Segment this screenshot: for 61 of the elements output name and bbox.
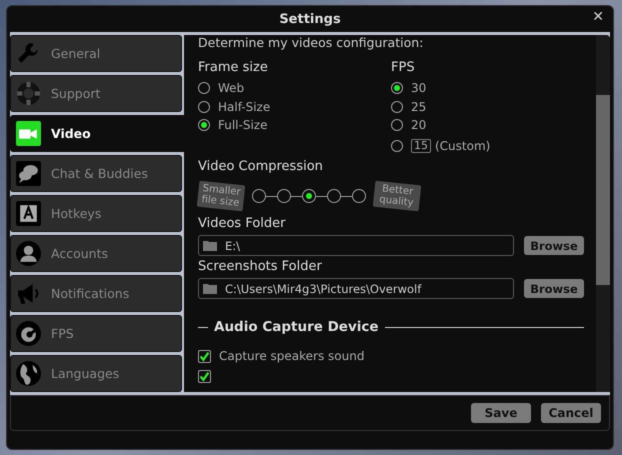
sidebar-item[interactable]: Chat & Buddies — [10, 155, 182, 192]
slider-step[interactable] — [352, 189, 366, 203]
sign-label: Smaller file size — [196, 180, 246, 212]
folder-icon — [203, 240, 217, 251]
option-label: Half-Size — [218, 100, 270, 114]
browse-button[interactable]: Browse — [524, 236, 584, 255]
video-camera-icon — [16, 121, 41, 146]
option-label: Web — [218, 81, 244, 96]
sign-label: Better quality — [372, 180, 422, 212]
lifebuoy-icon — [16, 81, 41, 106]
folder-path-field[interactable]: E:\ — [198, 235, 514, 256]
sidebar-item[interactable]: General — [10, 35, 182, 72]
radio-button[interactable] — [391, 119, 403, 132]
sidebar-item[interactable]: Video — [10, 115, 186, 152]
slider-step[interactable] — [302, 189, 316, 203]
radio-button[interactable] — [391, 140, 403, 152]
radio-button[interactable] — [198, 82, 210, 94]
option-label: 30 — [411, 81, 426, 96]
user-icon — [16, 241, 41, 266]
group-heading: FPS — [391, 60, 416, 75]
folder-path-field[interactable]: C:\Users\Mir4g3\Pictures\Overwolf — [198, 278, 514, 299]
slider-step[interactable] — [252, 189, 266, 203]
section-heading: Audio Capture Device — [214, 319, 379, 335]
option-label: 25 — [411, 100, 426, 114]
group-heading: Frame size — [198, 60, 269, 75]
number-field[interactable]: 15 — [411, 138, 431, 153]
slider-step[interactable] — [277, 189, 291, 203]
slider-step[interactable] — [327, 189, 341, 203]
radio-button[interactable] — [198, 100, 210, 113]
sidebar-item[interactable]: Support — [10, 75, 182, 112]
radio-button[interactable] — [391, 82, 403, 94]
dialog-button[interactable]: Save — [471, 403, 531, 423]
close-button[interactable]: ✕ — [588, 9, 608, 25]
option-label: Full-Size — [218, 118, 268, 132]
option-note: (Custom) — [435, 138, 490, 153]
sidebar-item[interactable]: Notifications — [10, 275, 182, 312]
checkbox[interactable] — [198, 350, 211, 363]
wrench-icon — [16, 41, 41, 66]
scrollbar[interactable] — [596, 35, 610, 392]
group-heading: Video Compression — [198, 159, 324, 174]
option-label: 20 — [411, 118, 426, 132]
scrollbar-thumb[interactable] — [596, 95, 610, 285]
radio-button[interactable] — [391, 100, 403, 113]
gauge-icon — [16, 321, 41, 346]
option-label: Capture speakers sound — [219, 349, 364, 364]
dialog-button[interactable]: Cancel — [541, 403, 601, 423]
window-title: Settings — [279, 12, 341, 26]
sidebar-item[interactable]: FPS — [10, 315, 182, 352]
chat-bubbles-icon — [16, 161, 41, 186]
radio-button[interactable] — [198, 119, 210, 132]
browse-button[interactable]: Browse — [524, 279, 584, 298]
keyboard-key-icon — [16, 201, 41, 226]
checkbox[interactable] — [198, 370, 211, 384]
field-label: Videos Folder — [198, 216, 287, 231]
sidebar-item[interactable]: Accounts — [10, 235, 182, 272]
sidebar-item[interactable]: Languages — [10, 355, 182, 392]
field-label: Screenshots Folder — [198, 259, 323, 274]
globe-icon — [16, 361, 41, 386]
sidebar-item[interactable]: Hotkeys — [10, 195, 182, 232]
section-intro: Determine my videos configuration: — [198, 35, 424, 50]
folder-icon — [203, 283, 217, 294]
